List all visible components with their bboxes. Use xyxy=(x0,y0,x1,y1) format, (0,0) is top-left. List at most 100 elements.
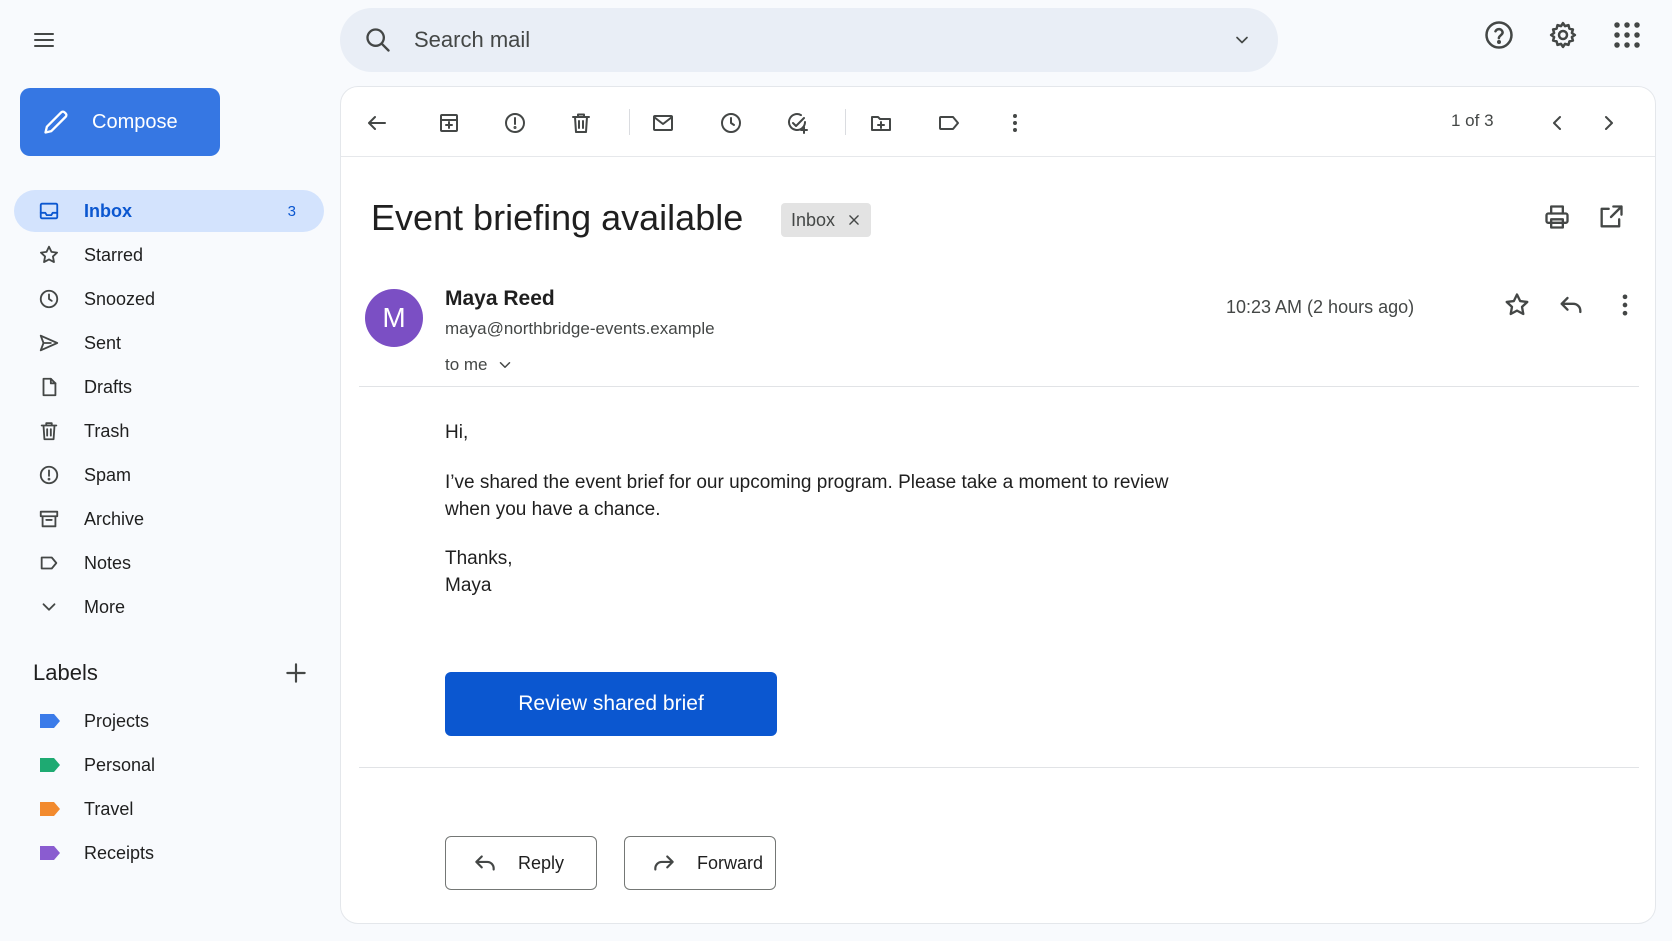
forward-label: Forward xyxy=(697,852,764,873)
sidebar-item-label: Snoozed xyxy=(84,288,156,309)
label-item-receipts[interactable]: Receipts xyxy=(14,832,324,874)
star-icon xyxy=(38,244,62,266)
hamburger-menu-icon xyxy=(34,33,54,47)
message-signature: Maya xyxy=(445,575,492,596)
header-divider xyxy=(359,386,1639,387)
back-arrow-icon[interactable] xyxy=(361,107,393,139)
sidebar-item-label: Archive xyxy=(84,508,145,529)
move-to-folder-icon[interactable] xyxy=(865,107,897,139)
archive-toolbar-icon[interactable] xyxy=(433,107,465,139)
message-paragraph-line-2: when you have a chance. xyxy=(445,499,661,520)
open-new-window-icon[interactable] xyxy=(1597,203,1625,231)
draft-icon xyxy=(38,376,62,398)
sidebar-nav: Inbox 3 Starred Snoozed Sent Drafts Tras… xyxy=(14,190,324,630)
message-toolbar: 1 of 3 xyxy=(341,87,1655,157)
label-color-swatch xyxy=(38,801,62,817)
forward-button[interactable]: Forward xyxy=(624,836,776,890)
sidebar-item-label: Drafts xyxy=(84,376,133,397)
print-icon[interactable] xyxy=(1543,203,1571,231)
recipients-text: to me xyxy=(445,355,488,374)
toolbar-divider xyxy=(845,109,846,135)
reply-label: Reply xyxy=(518,852,565,873)
sidebar-item-label: Notes xyxy=(84,552,132,573)
subject-actions xyxy=(1543,203,1625,231)
inbox-icon xyxy=(38,200,62,222)
mark-unread-mail-icon[interactable] xyxy=(647,107,679,139)
forward-arrow-icon xyxy=(651,850,677,876)
label-name: Projects xyxy=(84,710,150,731)
top-right-actions xyxy=(1484,20,1642,50)
help-icon[interactable] xyxy=(1484,20,1514,50)
sidebar-item-archive[interactable]: Archive xyxy=(14,498,324,540)
label-item-personal[interactable]: Personal xyxy=(14,744,324,786)
sender-name: Maya Reed xyxy=(445,287,555,310)
label-color-swatch xyxy=(38,845,62,861)
recipients-toggle[interactable]: to me xyxy=(445,355,514,375)
message-actions xyxy=(1503,291,1639,319)
email-subject: Event briefing available xyxy=(371,197,744,238)
sidebar-item-label: Trash xyxy=(84,420,130,441)
main-menu-button[interactable] xyxy=(20,20,68,60)
apps-grid-icon[interactable] xyxy=(1612,20,1642,50)
search-options-chevron-icon[interactable] xyxy=(1232,30,1252,50)
label-outline-icon xyxy=(38,552,62,574)
message-timestamp: 10:23 AM (2 hours ago) xyxy=(1226,297,1415,317)
clock-icon xyxy=(38,288,62,310)
reply-arrow-icon[interactable] xyxy=(1557,291,1585,319)
message-panel: 1 of 3 Event briefing available Inbox M … xyxy=(340,86,1656,924)
sender-avatar: M xyxy=(365,289,423,347)
chevron-down-icon xyxy=(496,356,514,374)
more-options-vertical-icon[interactable] xyxy=(1611,291,1639,319)
labels-tag-icon[interactable] xyxy=(933,107,965,139)
labels-title: Labels xyxy=(33,660,98,685)
search-input[interactable] xyxy=(414,27,1232,53)
more-options-vertical-icon[interactable] xyxy=(999,107,1031,139)
sidebar-item-spam[interactable]: Spam xyxy=(14,454,324,496)
sidebar-item-inbox[interactable]: Inbox 3 xyxy=(14,190,324,232)
labels-list: Projects Personal Travel Receipts xyxy=(14,700,324,876)
search-icon[interactable] xyxy=(364,26,392,54)
reply-button[interactable]: Reply xyxy=(445,836,597,890)
label-item-projects[interactable]: Projects xyxy=(14,700,324,742)
toolbar-divider xyxy=(629,109,630,135)
pencil-icon xyxy=(42,108,70,136)
sidebar-item-drafts[interactable]: Drafts xyxy=(14,366,324,408)
sidebar-item-starred[interactable]: Starred xyxy=(14,234,324,276)
label-item-travel[interactable]: Travel xyxy=(14,788,324,830)
older-chevron-right-icon[interactable] xyxy=(1593,107,1625,139)
message-signoff: Thanks, xyxy=(445,548,513,569)
add-label-plus-icon[interactable] xyxy=(283,660,309,686)
unread-count-badge: 3 xyxy=(287,202,296,220)
sidebar-item-label: Sent xyxy=(84,332,122,353)
sidebar-item-notes[interactable]: Notes xyxy=(14,542,324,584)
newer-chevron-left-icon[interactable] xyxy=(1541,107,1573,139)
sidebar-item-label: More xyxy=(84,596,126,617)
labels-header: Labels xyxy=(33,656,309,690)
sidebar-item-snoozed[interactable]: Snoozed xyxy=(14,278,324,320)
compose-button[interactable]: Compose xyxy=(20,88,220,156)
chip-label: Inbox xyxy=(791,209,836,230)
add-to-tasks-icon[interactable] xyxy=(781,107,813,139)
sidebar-item-label: Starred xyxy=(84,244,144,265)
star-icon[interactable] xyxy=(1503,291,1531,319)
label-color-swatch xyxy=(38,757,62,773)
compose-label: Compose xyxy=(92,110,178,133)
remove-label-close-icon[interactable] xyxy=(847,213,861,227)
inbox-label-chip: Inbox xyxy=(781,203,872,237)
review-shared-brief-button[interactable]: Review shared brief xyxy=(445,672,777,736)
delete-trash-icon[interactable] xyxy=(565,107,597,139)
sidebar-item-more[interactable]: More xyxy=(14,586,324,628)
message-paragraph-line-1: I’ve shared the event brief for our upco… xyxy=(445,472,1169,493)
settings-gear-icon[interactable] xyxy=(1548,20,1578,50)
search-bar[interactable] xyxy=(340,8,1278,72)
snooze-clock-icon[interactable] xyxy=(715,107,747,139)
report-spam-icon[interactable] xyxy=(499,107,531,139)
label-color-swatch xyxy=(38,713,62,729)
sidebar-item-label: Inbox xyxy=(84,200,132,221)
label-name: Receipts xyxy=(84,842,155,863)
send-icon xyxy=(38,332,62,354)
sidebar-item-trash[interactable]: Trash xyxy=(14,410,324,452)
trash-icon xyxy=(38,420,62,442)
message-greeting: Hi, xyxy=(445,422,469,443)
sidebar-item-sent[interactable]: Sent xyxy=(14,322,324,364)
